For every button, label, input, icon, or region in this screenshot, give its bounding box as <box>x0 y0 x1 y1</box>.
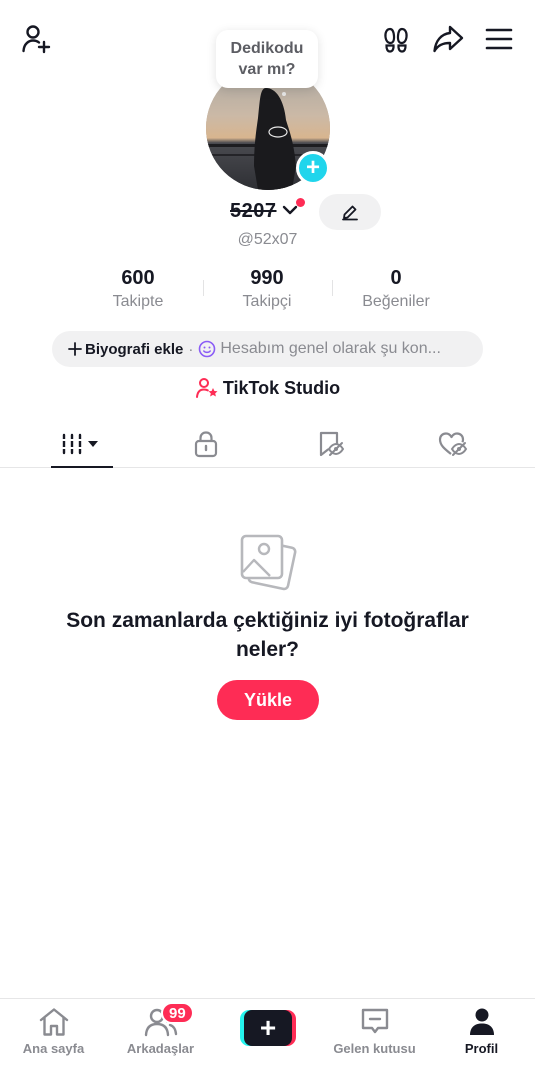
bio-separator: · <box>188 340 194 358</box>
stat-following-value: 600 <box>121 267 155 289</box>
stat-likes[interactable]: 0 Beğeniler <box>331 265 461 313</box>
tab-videos[interactable] <box>22 420 142 468</box>
tab-private[interactable] <box>146 420 266 468</box>
nav-inbox-label: Gelen kutusu <box>333 1041 416 1056</box>
plus-icon: + <box>305 154 320 181</box>
profile-views-button[interactable] <box>380 24 412 56</box>
stat-likes-value: 0 <box>390 267 402 289</box>
username-row[interactable]: 5207 <box>0 198 535 228</box>
heart-eye-icon <box>438 432 468 456</box>
profile-tabs <box>0 420 535 468</box>
upload-button[interactable]: Yükle <box>217 680 319 720</box>
lock-icon <box>194 431 218 458</box>
add-bio-label: Biyografi ekle <box>85 340 184 358</box>
avatar-add-button[interactable]: + <box>296 151 330 185</box>
person-plus-icon <box>22 25 51 54</box>
tiktok-studio-label: TikTok Studio <box>222 377 341 398</box>
share-arrow-icon <box>433 25 464 53</box>
active-tab-indicator <box>51 466 113 468</box>
nav-friends-label: Arkadaşlar <box>126 1041 195 1056</box>
empty-state-message: Son zamanlarda çektiğiniz iyi fotoğrafla… <box>66 609 469 661</box>
nav-home-label: Ana sayfa <box>22 1041 85 1056</box>
home-icon <box>39 1008 68 1036</box>
stat-likes-label: Beğeniler <box>362 293 430 310</box>
add-friend-button[interactable] <box>18 22 54 56</box>
profile-icon <box>469 1008 494 1035</box>
user-handle: @52x07 <box>237 231 298 248</box>
inbox-icon <box>361 1008 388 1034</box>
notification-dot <box>296 198 305 207</box>
grid-icon <box>61 433 98 455</box>
tab-saved[interactable] <box>270 420 390 468</box>
share-button[interactable] <box>430 22 466 56</box>
bio-suggestion-text: Hesabım genel olarak şu kon... <box>220 340 441 357</box>
bookmark-eye-icon <box>319 431 344 457</box>
footprints-icon <box>384 27 408 53</box>
status-bubble[interactable]: Dedikodu var mı? <box>216 30 318 88</box>
nav-profile[interactable]: Profil <box>428 999 535 1080</box>
stat-following[interactable]: 600 Takipte <box>73 265 203 313</box>
plus-icon <box>68 342 82 356</box>
person-star-icon <box>195 378 218 398</box>
nav-inbox[interactable]: Gelen kutusu <box>321 999 428 1080</box>
upload-button-label: Yükle <box>243 689 293 710</box>
edit-profile-button[interactable] <box>319 194 381 230</box>
photos-icon <box>240 534 297 591</box>
status-bubble-text: Dedikodu var mı? <box>230 40 304 78</box>
create-button[interactable]: + <box>240 1010 296 1046</box>
nav-home[interactable]: Ana sayfa <box>0 999 107 1080</box>
add-bio-button[interactable]: Biyografi ekle <box>68 341 183 358</box>
stat-followers[interactable]: 990 Takipçi <box>202 265 332 313</box>
username: 5207 <box>230 200 277 222</box>
menu-button[interactable] <box>482 24 516 54</box>
stat-following-label: Takipte <box>112 293 164 310</box>
friends-badge: 99 <box>161 1002 194 1024</box>
tiktok-studio-link[interactable]: TikTok Studio <box>0 377 535 399</box>
create-plus-icon: + <box>244 1010 292 1046</box>
stat-followers-value: 990 <box>250 267 284 289</box>
chevron-down-icon <box>282 205 298 215</box>
stat-followers-label: Takipçi <box>242 293 292 310</box>
nav-profile-label: Profil <box>464 1041 499 1056</box>
pencil-icon <box>342 205 358 221</box>
smiley-icon <box>199 340 216 358</box>
hamburger-menu-icon <box>485 28 513 50</box>
tab-liked[interactable] <box>393 420 513 468</box>
bio-pill[interactable]: Biyografi ekle · Hesabım genel olarak şu… <box>52 331 483 367</box>
